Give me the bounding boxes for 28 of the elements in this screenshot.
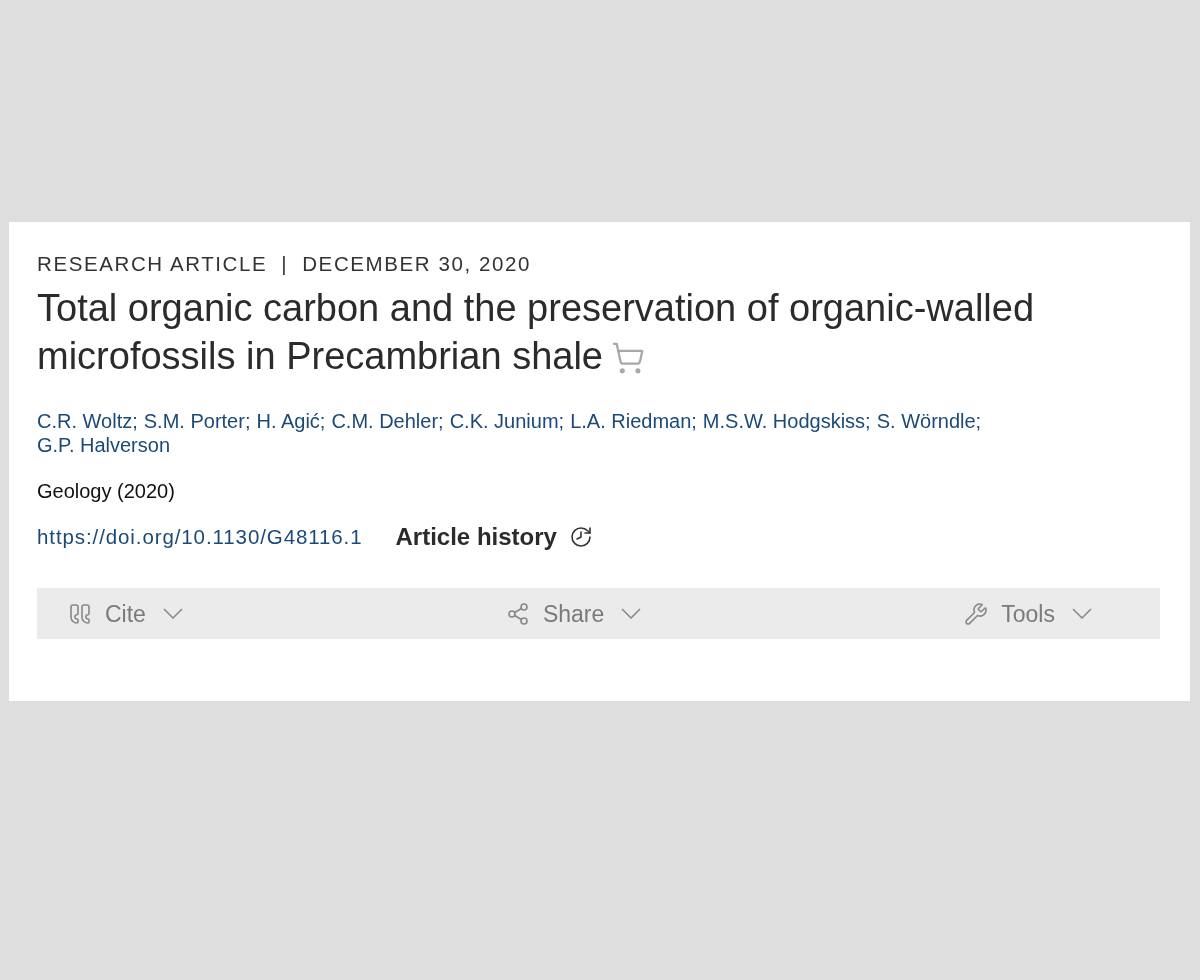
article-history-button[interactable]: Article history [395, 523, 593, 551]
cart-icon[interactable] [611, 341, 645, 375]
author-link[interactable]: H. Agić; [256, 409, 326, 433]
author-link[interactable]: G.P. Halverson [37, 433, 171, 457]
author-link[interactable]: L.A. Riedman; [570, 409, 697, 433]
author-link[interactable]: C.K. Junium; [449, 409, 565, 433]
quote-icon [68, 601, 92, 626]
article-type: RESEARCH ARTICLE [37, 252, 268, 276]
author-link[interactable]: S. Wörndle; [876, 409, 982, 433]
article-title: Total organic carbon and the preservation of organic-walled [37, 286, 1035, 331]
publication-date: DECEMBER 30, 2020 [302, 252, 532, 276]
cite-button[interactable]: Cite [68, 600, 183, 627]
history-icon [568, 525, 593, 549]
author-link[interactable]: S.M. Porter; [143, 409, 251, 433]
author-link[interactable]: C.R. Woltz; [37, 409, 138, 433]
chevron-down-icon [621, 608, 642, 619]
meta-separator: | [281, 252, 289, 276]
author-link[interactable]: M.S.W. Hodgskiss; [702, 409, 871, 433]
doi-link[interactable]: https://doi.org/10.1130/G48116.1 [37, 525, 363, 549]
tools-button[interactable]: Tools [964, 600, 1092, 627]
journal-citation: Geology (2020) [37, 479, 175, 503]
share-button[interactable]: Share [505, 600, 642, 627]
chevron-down-icon [162, 608, 183, 619]
wrench-icon [964, 601, 989, 626]
chevron-down-icon [1072, 608, 1092, 619]
author-link[interactable]: C.M. Dehler; [331, 409, 444, 433]
article-title: microfossils in Precambrian shale [37, 334, 603, 379]
share-icon [505, 601, 530, 626]
